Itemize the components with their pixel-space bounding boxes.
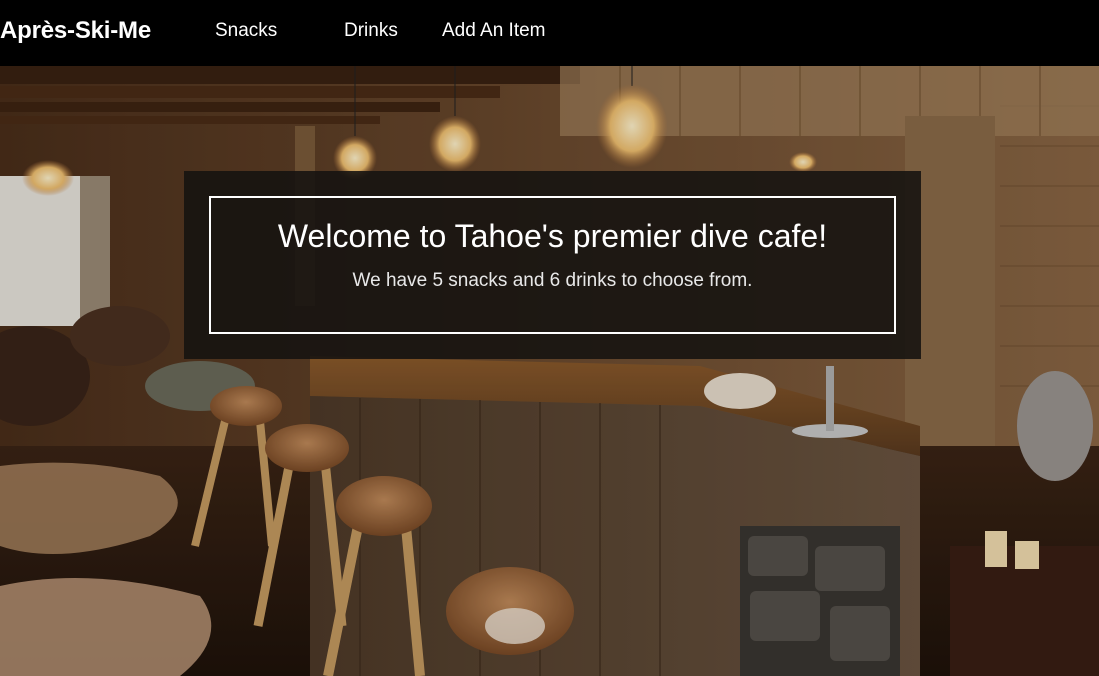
nav-link-add-item[interactable]: Add An Item — [442, 20, 546, 42]
welcome-overlay: Welcome to Tahoe's premier dive cafe! We… — [184, 171, 921, 359]
welcome-subtitle: We have 5 snacks and 6 drinks to choose … — [352, 270, 753, 291]
welcome-title: Welcome to Tahoe's premier dive cafe! — [277, 218, 828, 254]
nav-link-snacks[interactable]: Snacks — [215, 20, 277, 42]
cafe-bar-interior-photo — [0, 66, 1099, 676]
welcome-box: Welcome to Tahoe's premier dive cafe! We… — [209, 196, 896, 334]
nav-link-drinks[interactable]: Drinks — [344, 20, 398, 42]
hero-background-image — [0, 66, 1099, 676]
brand-link[interactable]: Après-Ski-Me — [0, 17, 151, 45]
top-navbar: Après-Ski-Me Snacks Drinks Add An Item — [0, 0, 1099, 66]
